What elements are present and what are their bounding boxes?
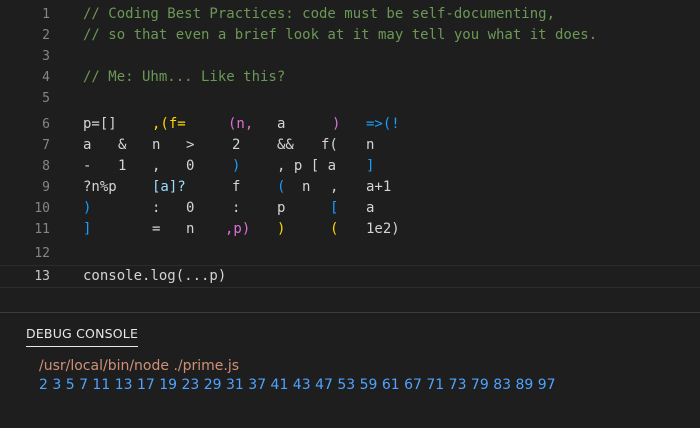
line-number: 13 bbox=[0, 266, 50, 287]
code-line[interactable]: 7 a & n > 2 && f( n bbox=[0, 135, 700, 156]
code-token: p bbox=[277, 198, 285, 219]
code-line[interactable]: 2 // so that even a brief look at it may… bbox=[0, 25, 700, 46]
code-token: a bbox=[366, 198, 374, 219]
code-token: a+1 bbox=[366, 177, 391, 198]
code-token: ( bbox=[330, 219, 338, 240]
line-number: 9 bbox=[0, 177, 50, 198]
code-token: [ bbox=[330, 198, 338, 219]
line-number: 6 bbox=[0, 114, 50, 135]
line-number: 11 bbox=[0, 219, 50, 240]
code-token: [a]? bbox=[152, 177, 186, 198]
code-line[interactable]: 4 // Me: Uhm... Like this? bbox=[0, 67, 700, 88]
code-token: ,(f= bbox=[152, 114, 186, 135]
code-token: ] bbox=[83, 219, 91, 240]
code-token: n bbox=[302, 177, 310, 198]
line-number: 10 bbox=[0, 198, 50, 219]
line-number: 8 bbox=[0, 156, 50, 177]
code-token: - bbox=[83, 156, 91, 177]
code-token: ,p) bbox=[225, 219, 250, 240]
code-token: f bbox=[232, 177, 240, 198]
console-command: /usr/local/bin/node ./prime.js bbox=[39, 358, 239, 374]
code-editor[interactable]: 1 // Coding Best Practices: code must be… bbox=[0, 0, 700, 300]
code-line[interactable]: 10 ) : 0 : p [ a bbox=[0, 198, 700, 219]
code-token: ) bbox=[83, 198, 91, 219]
code-token: , bbox=[152, 156, 160, 177]
code-token: ?n%p bbox=[83, 177, 117, 198]
code-token: > bbox=[186, 135, 194, 156]
code-comment: // Coding Best Practices: code must be s… bbox=[83, 4, 555, 25]
line-number: 12 bbox=[0, 243, 50, 264]
code-line[interactable]: 12 bbox=[0, 243, 700, 264]
code-token: ) bbox=[277, 219, 285, 240]
code-comment: // Me: Uhm... Like this? bbox=[83, 67, 285, 88]
console-output: 2 3 5 7 11 13 17 19 23 29 31 37 41 43 47… bbox=[39, 377, 556, 393]
line-number: 1 bbox=[0, 4, 50, 25]
line-number: 2 bbox=[0, 25, 50, 46]
code-token: n bbox=[366, 135, 374, 156]
code-text: console.log(...p) bbox=[83, 266, 226, 287]
code-line[interactable]: 11 ] = n ,p) ) ( 1e2) bbox=[0, 219, 700, 240]
code-token: ) bbox=[232, 156, 240, 177]
code-line[interactable]: 5 bbox=[0, 88, 700, 109]
code-token: ] bbox=[366, 156, 374, 177]
code-token: : bbox=[232, 198, 240, 219]
code-token: a bbox=[277, 114, 285, 135]
debug-console-panel: DEBUG CONSOLE /usr/local/bin/node ./prim… bbox=[0, 312, 700, 428]
code-line[interactable]: 1 // Coding Best Practices: code must be… bbox=[0, 4, 700, 25]
tab-debug-console[interactable]: DEBUG CONSOLE bbox=[26, 326, 138, 347]
code-token: ( bbox=[277, 177, 285, 198]
code-token: f( bbox=[321, 135, 338, 156]
code-token: n bbox=[152, 135, 160, 156]
code-token: , bbox=[330, 177, 338, 198]
code-token: 0 bbox=[186, 156, 194, 177]
code-token: p=[] bbox=[83, 114, 117, 135]
code-token: ) bbox=[332, 114, 340, 135]
code-line[interactable]: 9 ?n%p [a]? f ( n , a+1 bbox=[0, 177, 700, 198]
code-token: = bbox=[152, 219, 160, 240]
line-number: 3 bbox=[0, 46, 50, 67]
code-token: =>(! bbox=[366, 114, 400, 135]
code-line[interactable]: 6 p=[] ,(f= (n, a ) =>(! bbox=[0, 114, 700, 135]
code-line[interactable]: 8 - 1 , 0 ) , p [ a ] bbox=[0, 156, 700, 177]
code-token: && bbox=[277, 135, 294, 156]
code-token: 2 bbox=[232, 135, 240, 156]
code-token: 0 bbox=[186, 198, 194, 219]
code-token: : bbox=[152, 198, 160, 219]
line-number: 7 bbox=[0, 135, 50, 156]
code-token: 1 bbox=[118, 156, 126, 177]
line-number: 4 bbox=[0, 67, 50, 88]
code-comment: // so that even a brief look at it may t… bbox=[83, 25, 597, 46]
code-line[interactable]: 3 bbox=[0, 46, 700, 67]
code-token: 1e2) bbox=[366, 219, 400, 240]
code-token: a bbox=[83, 135, 91, 156]
code-token: & bbox=[118, 135, 126, 156]
line-number: 5 bbox=[0, 88, 50, 109]
code-token: , p [ a bbox=[277, 156, 336, 177]
code-token: (n, bbox=[228, 114, 253, 135]
code-line-current[interactable]: 13 console.log(...p) bbox=[0, 265, 700, 288]
code-token: n bbox=[186, 219, 194, 240]
